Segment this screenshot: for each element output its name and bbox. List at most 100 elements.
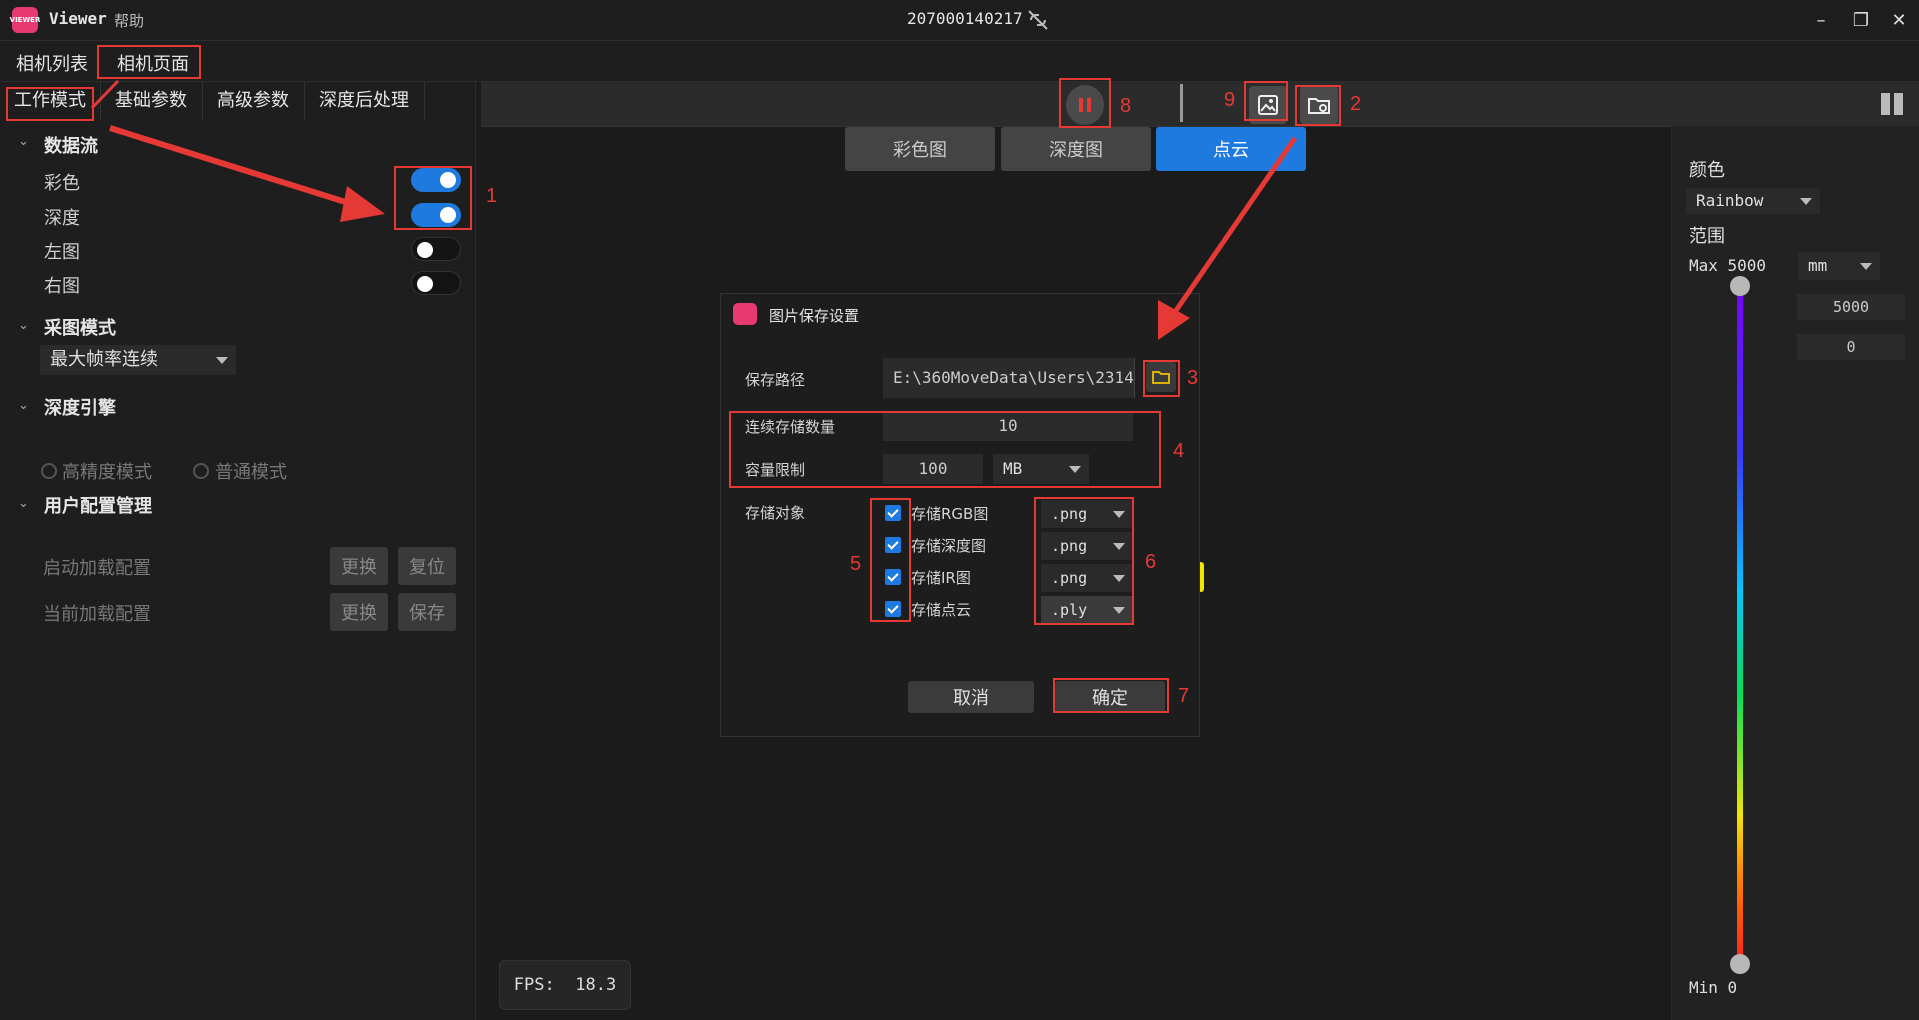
capacity-limit-input[interactable]: 100 [883, 454, 983, 484]
cancel-button[interactable]: 取消 [908, 681, 1034, 713]
tab-point-cloud[interactable]: 点云 [1156, 127, 1306, 171]
app-logo: VIEWER [10, 7, 40, 33]
tab-camera-list[interactable]: 相机列表 [16, 50, 88, 76]
stream-depth-toggle[interactable] [411, 203, 461, 227]
chevron-down-icon[interactable]: ⌄ [18, 134, 29, 149]
section-depth-engine: 深度引擎 [44, 398, 116, 419]
range-label: 范围 [1689, 226, 1725, 247]
restore-icon[interactable]: ❐ [1846, 6, 1876, 34]
high-precision-label: 高精度模式 [62, 462, 152, 483]
capture-mode-value: 最大帧率连续 [50, 349, 158, 370]
ir-format-select[interactable]: .png [1041, 564, 1133, 592]
save-pointcloud-label: 存储点云 [911, 601, 972, 619]
stream-right-label: 右图 [44, 276, 80, 297]
save-rgb-checkbox[interactable] [885, 505, 901, 521]
section-data-stream: 数据流 [44, 136, 98, 157]
minimize-icon[interactable]: – [1806, 6, 1836, 34]
annotation-number-7: 7 [1178, 685, 1190, 707]
capacity-unit-value: MB [1003, 459, 1023, 478]
rgb-format-value: .png [1051, 505, 1088, 523]
right-panel: 颜色 Rainbow 范围 Max 5000 mm 5000 0 Min 0 [1671, 126, 1919, 1020]
tab-basic-params[interactable]: 基础参数 [100, 82, 203, 120]
sub-tabs: 工作模式 基础参数 高级参数 深度后处理 [0, 82, 475, 120]
chevron-down-icon[interactable]: ⌄ [18, 398, 29, 413]
folder-open-icon [1152, 371, 1170, 384]
chevron-down-icon[interactable]: ⌄ [18, 496, 29, 511]
caret-down-icon [1069, 466, 1081, 473]
device-id: 207000140217 [907, 9, 1023, 28]
ir-format-value: .png [1051, 569, 1088, 587]
current-change-button[interactable]: 更换 [330, 593, 388, 631]
pointcloud-format-select[interactable]: .ply [1041, 596, 1133, 624]
left-panel: 工作模式 基础参数 高级参数 深度后处理 ⌄ 数据流 彩色 深度 左图 右图 ⌄… [0, 82, 476, 1020]
tab-depth-image[interactable]: 深度图 [1001, 127, 1151, 171]
help-menu[interactable]: 帮助 [114, 10, 144, 31]
min-range-input[interactable]: 0 [1797, 334, 1905, 360]
depth-format-select[interactable]: .png [1041, 532, 1133, 560]
chevron-down-icon[interactable]: ⌄ [18, 318, 29, 333]
stream-right-toggle[interactable] [411, 271, 461, 295]
tab-work-mode[interactable]: 工作模式 [0, 82, 101, 120]
save-ir-label: 存储IR图 [911, 569, 971, 587]
fps-indicator: FPS: 18.3 [499, 960, 631, 1010]
capacity-limit-label: 容量限制 [745, 461, 806, 479]
tab-depth-postprocess[interactable]: 深度后处理 [304, 82, 425, 120]
startup-config-label: 启动加载配置 [43, 558, 151, 579]
stream-left-label: 左图 [44, 242, 80, 263]
max-range-input[interactable]: 5000 [1797, 294, 1905, 320]
view-toolbar [481, 82, 1919, 127]
continuous-count-label: 连续存储数量 [745, 418, 836, 436]
browse-folder-button[interactable] [1146, 362, 1176, 392]
tab-camera-page[interactable]: 相机页面 [117, 50, 189, 76]
tab-advanced-params[interactable]: 高级参数 [202, 82, 305, 120]
top-tabs: 相机列表 相机页面 [0, 41, 1919, 82]
unit-select[interactable]: mm [1798, 252, 1880, 280]
save-path-input[interactable]: E:\360MoveData\Users\2314\ [883, 358, 1135, 398]
annotation-number-9: 9 [1224, 89, 1236, 111]
colormap-select[interactable]: Rainbow [1686, 188, 1820, 214]
snapshot-button[interactable] [1249, 86, 1287, 124]
annotation-number-2: 2 [1350, 93, 1362, 115]
capacity-unit-select[interactable]: MB [993, 454, 1089, 484]
capture-mode-select[interactable]: 最大帧率连续 [40, 345, 236, 375]
rgb-format-select[interactable]: .png [1041, 500, 1133, 528]
title-bar: VIEWER Viewer 帮助 207000140217 – ❐ ✕ [0, 0, 1919, 41]
stream-left-toggle[interactable] [411, 237, 461, 261]
caret-down-icon [1113, 575, 1125, 582]
max-slider-handle[interactable] [1730, 276, 1750, 296]
radio-high-precision[interactable] [41, 463, 57, 479]
startup-change-button[interactable]: 更换 [330, 547, 388, 585]
pause-button[interactable] [1066, 85, 1104, 125]
stream-depth-label: 深度 [44, 208, 80, 229]
link-off-icon [1028, 10, 1048, 30]
caret-down-icon [216, 357, 228, 364]
app-name: Viewer [49, 9, 107, 28]
save-settings-button[interactable] [1300, 86, 1338, 124]
annotation-number-1: 1 [486, 185, 498, 207]
current-save-button[interactable]: 保存 [398, 593, 456, 631]
save-depth-label: 存储深度图 [911, 537, 987, 555]
min-slider-handle[interactable] [1730, 954, 1750, 974]
caret-down-icon [1113, 511, 1125, 518]
confirm-button[interactable]: 确定 [1055, 681, 1165, 713]
save-depth-checkbox[interactable] [885, 537, 901, 553]
colormap-value: Rainbow [1696, 191, 1764, 210]
split-view-icon[interactable] [1879, 91, 1905, 117]
annotation-number-6: 6 [1145, 551, 1157, 573]
save-ir-checkbox[interactable] [885, 569, 901, 585]
save-settings-dialog: 图片保存设置 保存路径 E:\360MoveData\Users\2314\ 连… [720, 293, 1200, 737]
close-icon[interactable]: ✕ [1884, 6, 1914, 34]
pointcloud-format-value: .ply [1051, 601, 1088, 619]
section-capture-mode: 采图模式 [44, 318, 116, 339]
caret-down-icon [1113, 607, 1125, 614]
tab-color-image[interactable]: 彩色图 [845, 127, 995, 171]
annotation-number-4: 4 [1173, 440, 1185, 462]
caret-down-icon [1800, 198, 1812, 205]
stream-color-toggle[interactable] [411, 168, 461, 192]
save-pointcloud-checkbox[interactable] [885, 601, 901, 617]
fps-label: FPS: [513, 975, 555, 995]
continuous-count-input[interactable]: 10 [883, 411, 1133, 441]
radio-normal[interactable] [193, 463, 209, 479]
startup-reset-button[interactable]: 复位 [398, 547, 456, 585]
min-value-label: Min 0 [1689, 978, 1738, 997]
